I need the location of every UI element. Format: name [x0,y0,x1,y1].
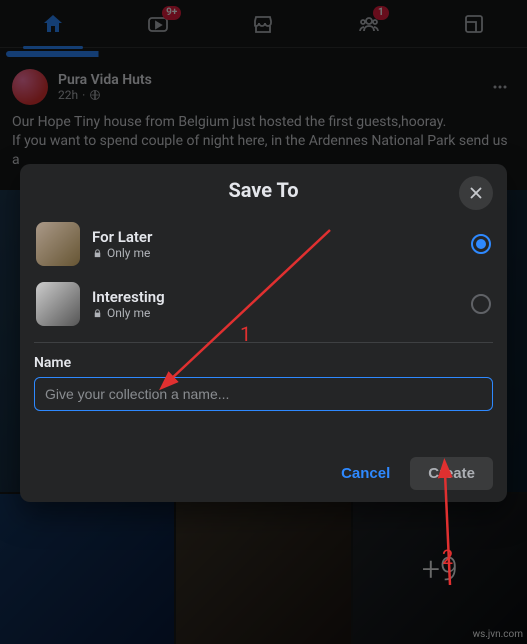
collection-row[interactable]: Interesting Only me [34,274,493,334]
collection-thumb [36,282,80,326]
collection-radio[interactable] [471,294,491,314]
lock-icon [92,248,103,259]
collection-privacy: Only me [107,246,150,260]
create-button[interactable]: Create [410,457,493,490]
close-icon [467,184,485,202]
name-label: Name [34,355,493,371]
annotation-number-2: 2 [442,545,453,569]
collection-name-input[interactable] [34,377,493,411]
collection-row[interactable]: For Later Only me [34,214,493,274]
collection-privacy: Only me [107,306,150,320]
modal-title: Save To [228,178,298,202]
save-to-modal: Save To For Later Only me Interesting On… [20,164,507,502]
cancel-button[interactable]: Cancel [329,457,402,490]
close-button[interactable] [459,176,493,210]
modal-divider [34,342,493,343]
annotation-number-1: 1 [240,322,251,346]
collection-name: Interesting [92,288,459,306]
lock-icon [92,308,103,319]
collection-name: For Later [92,228,459,246]
collection-thumb [36,222,80,266]
watermark: ws.jvn.com [473,629,523,640]
collection-radio[interactable] [471,234,491,254]
